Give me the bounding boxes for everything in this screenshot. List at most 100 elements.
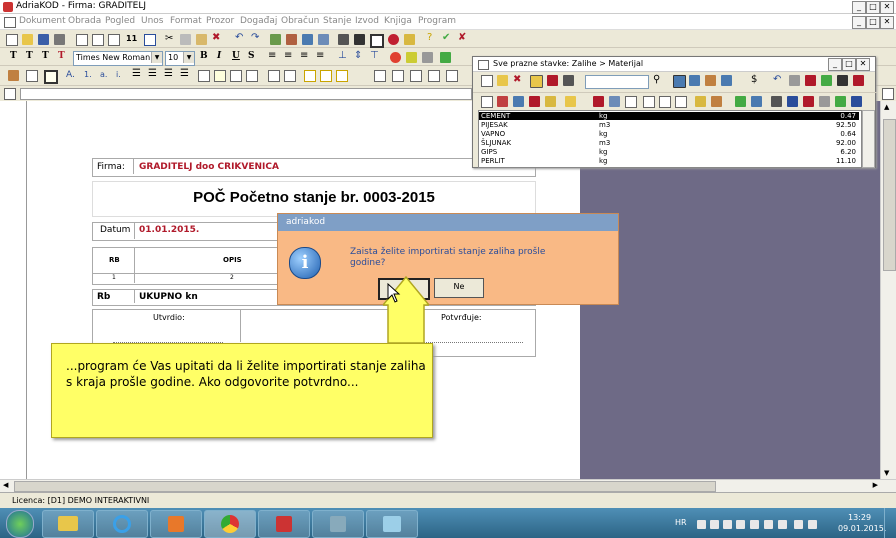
box5-icon[interactable] xyxy=(268,70,280,82)
hscroll-thumb[interactable] xyxy=(14,481,716,492)
align-center-icon[interactable]: ≡ xyxy=(284,50,292,61)
view-table-icon[interactable] xyxy=(673,75,686,88)
t-style-4[interactable]: T xyxy=(58,51,65,61)
open-folder-icon[interactable] xyxy=(22,34,33,45)
cross-icon[interactable]: ✘ xyxy=(458,32,466,43)
columns-icon[interactable] xyxy=(144,34,156,46)
menu-pogled[interactable]: Pogled xyxy=(105,16,135,26)
chart-icon[interactable] xyxy=(721,75,732,86)
check-icon[interactable]: ✔ xyxy=(442,32,450,43)
tray-icon-2[interactable] xyxy=(710,520,719,529)
scroll-thumb[interactable] xyxy=(883,119,896,271)
menu-dogadaj[interactable]: Događaj xyxy=(240,16,277,26)
list-item[interactable]: VAPNO kg 0.64 xyxy=(479,130,859,138)
ruler-bar[interactable] xyxy=(20,88,472,100)
valign-middle-icon[interactable]: ⇕ xyxy=(354,50,362,61)
tree-icon[interactable] xyxy=(821,75,832,86)
menu-dokument[interactable]: Dokument xyxy=(19,16,66,26)
box12-icon[interactable] xyxy=(410,70,422,82)
taskbar-app[interactable] xyxy=(258,510,310,538)
start-button[interactable] xyxy=(6,510,34,538)
help-circle-icon[interactable] xyxy=(388,34,399,45)
undo-icon[interactable]: ↶ xyxy=(235,32,243,43)
valign-bottom-icon[interactable]: ⊥ xyxy=(338,50,347,61)
tool-e-icon[interactable] xyxy=(545,96,556,107)
new-doc-icon[interactable] xyxy=(6,34,18,46)
scroll-left-icon[interactable]: ◀ xyxy=(3,481,8,489)
table-icon[interactable] xyxy=(302,34,313,45)
highlight-icon[interactable] xyxy=(406,52,417,63)
grid-icon[interactable] xyxy=(318,34,329,45)
stock-window[interactable]: Sve prazne stavke: Zalihe > Materijal _ … xyxy=(472,56,877,168)
box13-icon[interactable] xyxy=(428,70,440,82)
eleven-label[interactable]: 11 xyxy=(126,34,137,43)
tool-m-icon[interactable] xyxy=(695,96,706,107)
letter-a-icon[interactable]: a. xyxy=(100,70,107,79)
archive-icon[interactable] xyxy=(705,75,716,86)
tray-icon-5[interactable] xyxy=(750,520,759,529)
number-list-icon[interactable]: ☰ xyxy=(148,68,157,79)
stock-close-button[interactable]: ✕ xyxy=(856,58,870,71)
sort-icon[interactable] xyxy=(563,75,574,86)
scroll-up-icon[interactable]: ▲ xyxy=(884,103,889,111)
align-left-icon[interactable]: ≡ xyxy=(268,50,276,61)
tray-icon-6[interactable] xyxy=(764,520,773,529)
tool-g-icon[interactable] xyxy=(593,96,604,107)
brush-icon[interactable] xyxy=(404,34,415,45)
no-button[interactable]: Ne xyxy=(434,278,484,298)
menu-format[interactable]: Format xyxy=(170,16,202,26)
tool-h-icon[interactable] xyxy=(609,96,620,107)
tool-s-icon[interactable] xyxy=(803,96,814,107)
box2-icon[interactable] xyxy=(214,70,226,82)
tool-v-icon[interactable] xyxy=(851,96,862,107)
show-desktop-button[interactable] xyxy=(884,508,896,538)
menu-stanje[interactable]: Stanje xyxy=(323,16,352,26)
stock-maximize-button[interactable]: □ xyxy=(842,58,856,71)
outdent-icon[interactable]: ☰ xyxy=(180,68,189,79)
filter-icon[interactable] xyxy=(547,75,558,86)
numbering-1-icon[interactable]: 1. xyxy=(84,70,92,79)
color-picker-icon[interactable] xyxy=(390,52,401,63)
tool-c-icon[interactable] xyxy=(513,96,524,107)
menu-obrada[interactable]: Obrada xyxy=(68,16,101,26)
fill-icon[interactable] xyxy=(440,52,451,63)
redo-icon[interactable]: ↷ xyxy=(251,32,259,43)
box6-icon[interactable] xyxy=(284,70,296,82)
align-right-icon[interactable]: ≡ xyxy=(300,50,308,61)
open-icon[interactable] xyxy=(497,75,508,86)
font-size-select[interactable]: 10 ▼ xyxy=(165,51,195,66)
tool-r-icon[interactable] xyxy=(787,96,798,107)
tool-t-icon[interactable] xyxy=(819,96,830,107)
eraser-icon[interactable] xyxy=(422,52,433,63)
strike-button[interactable]: S xyxy=(248,51,255,61)
tool-l-icon[interactable] xyxy=(675,96,687,108)
box8-icon[interactable] xyxy=(320,70,332,82)
cut-icon[interactable]: ✂ xyxy=(165,33,173,44)
indent-icon[interactable]: ☰ xyxy=(164,68,173,79)
ruler-right-icon[interactable] xyxy=(882,88,894,100)
t-style-3[interactable]: T xyxy=(42,51,49,61)
list-item[interactable]: CEMENT kg 0.47 xyxy=(479,112,859,120)
t-style-2[interactable]: T xyxy=(26,51,33,61)
box11-icon[interactable] xyxy=(392,70,404,82)
clock-date[interactable]: 09.01.2015. xyxy=(838,524,886,533)
box4-icon[interactable] xyxy=(246,70,258,82)
bold-button[interactable]: B xyxy=(200,51,208,61)
tool-u-icon[interactable] xyxy=(835,96,846,107)
tool-o-icon[interactable] xyxy=(735,96,746,107)
clock-time[interactable]: 13:29 xyxy=(848,513,871,522)
close-button[interactable]: ✕ xyxy=(880,1,894,14)
language-indicator[interactable]: HR xyxy=(675,518,687,527)
roman-i-icon[interactable]: i. xyxy=(116,70,121,79)
scroll-down-icon[interactable]: ▼ xyxy=(884,469,889,477)
zoom-icon[interactable] xyxy=(92,34,104,46)
menu-prozor[interactable]: Prozor xyxy=(206,16,234,26)
network-icon[interactable] xyxy=(808,520,817,529)
edit-icon[interactable] xyxy=(530,75,543,88)
window-icon[interactable] xyxy=(338,34,349,45)
taskbar-explorer[interactable] xyxy=(42,510,94,538)
stock-minimize-button[interactable]: _ xyxy=(828,58,842,71)
bullet-list-icon[interactable]: ☰ xyxy=(132,68,141,79)
t-style-1[interactable]: T xyxy=(10,51,17,61)
font-name-select[interactable]: Times New Roman ▼ xyxy=(73,51,163,66)
